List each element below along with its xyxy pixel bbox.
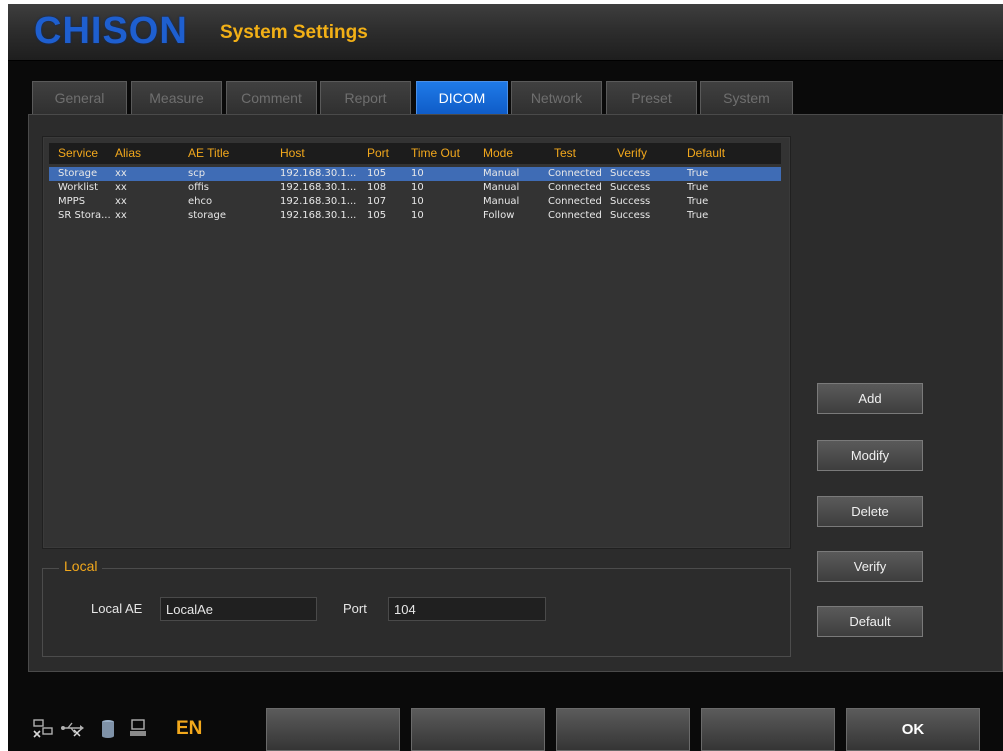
cell-default: True	[687, 210, 709, 221]
cell-host: 192.168.30.1...	[280, 210, 357, 221]
cell-port: 105	[367, 210, 387, 221]
port-label: Port	[343, 601, 367, 616]
cell-host: 192.168.30.1...	[280, 168, 357, 179]
cell-test: Connected	[548, 168, 602, 179]
language-indicator[interactable]: EN	[176, 718, 202, 740]
cell-service: Storage	[58, 168, 98, 179]
app-window: CHISON System Settings General Measure C…	[8, 4, 1003, 751]
cell-time-out: 10	[411, 168, 424, 179]
col-header-port[interactable]: Port	[367, 146, 389, 160]
tab-dicom[interactable]: DICOM	[416, 81, 508, 114]
cell-alias: xx	[115, 210, 127, 221]
cell-alias: xx	[115, 168, 127, 179]
port-input[interactable]	[388, 597, 546, 621]
col-header-alias[interactable]: Alias	[115, 146, 141, 160]
tab-general[interactable]: General	[32, 81, 127, 114]
add-button[interactable]: Add	[817, 383, 923, 414]
cell-verify: Success	[610, 210, 651, 221]
tab-network[interactable]: Network	[511, 81, 602, 114]
tab-system[interactable]: System	[700, 81, 793, 114]
delete-button[interactable]: Delete	[817, 496, 923, 527]
cell-test: Connected	[548, 210, 602, 221]
ok-button[interactable]: OK	[846, 708, 980, 751]
cell-verify: Success	[610, 182, 651, 193]
cell-service: MPPS	[58, 196, 86, 207]
softkey-button-2[interactable]	[411, 708, 545, 751]
cell-ae-title: storage	[188, 210, 226, 221]
col-header-time-out[interactable]: Time Out	[411, 146, 460, 160]
cell-test: Connected	[548, 196, 602, 207]
cell-verify: Success	[610, 196, 651, 207]
modify-button[interactable]: Modify	[817, 440, 923, 471]
network-disconnected-icon	[32, 719, 54, 744]
cell-mode: Manual	[483, 168, 520, 179]
list-header: Service Alias AE Title Host Port Time Ou…	[49, 143, 781, 164]
cell-verify: Success	[610, 168, 651, 179]
table-row[interactable]: SR Stora... xx storage 192.168.30.1... 1…	[49, 209, 781, 223]
col-header-verify[interactable]: Verify	[617, 146, 647, 160]
cell-port: 108	[367, 182, 387, 193]
cell-mode: Manual	[483, 182, 520, 193]
cell-host: 192.168.30.1...	[280, 182, 357, 193]
local-ae-label: Local AE	[91, 601, 143, 616]
verify-button[interactable]: Verify	[817, 551, 923, 582]
dicom-panel: Service Alias AE Title Host Port Time Ou…	[28, 114, 1003, 672]
tab-measure[interactable]: Measure	[131, 81, 222, 114]
cell-alias: xx	[115, 182, 127, 193]
col-header-test[interactable]: Test	[554, 146, 576, 160]
table-row[interactable]: Storage xx scp 192.168.30.1... 105 10 Ma…	[49, 167, 781, 181]
storage-icon	[101, 719, 115, 744]
col-header-service[interactable]: Service	[58, 146, 98, 160]
chison-logo: CHISON	[34, 10, 188, 52]
local-ae-input[interactable]	[160, 597, 317, 621]
cell-service: SR Stora...	[58, 210, 111, 221]
softkey-button-1[interactable]	[266, 708, 400, 751]
dicom-service-list: Service Alias AE Title Host Port Time Ou…	[42, 136, 791, 549]
col-header-host[interactable]: Host	[280, 146, 305, 160]
table-row[interactable]: MPPS xx ehco 192.168.30.1... 107 10 Manu…	[49, 195, 781, 209]
cell-time-out: 10	[411, 182, 424, 193]
cell-alias: xx	[115, 196, 127, 207]
tab-comment[interactable]: Comment	[226, 81, 317, 114]
col-header-mode[interactable]: Mode	[483, 146, 513, 160]
printer-icon	[129, 719, 147, 744]
default-button[interactable]: Default	[817, 606, 923, 637]
bottom-bar: EN OK	[8, 704, 1003, 751]
cell-time-out: 10	[411, 196, 424, 207]
cell-ae-title: scp	[188, 168, 206, 179]
local-group: Local Local AE Port	[42, 558, 791, 657]
table-row[interactable]: Worklist xx offis 192.168.30.1... 108 10…	[49, 181, 781, 195]
usb-disconnected-icon	[60, 719, 86, 744]
cell-default: True	[687, 168, 709, 179]
tab-report[interactable]: Report	[320, 81, 411, 114]
cell-default: True	[687, 182, 709, 193]
col-header-default[interactable]: Default	[687, 146, 725, 160]
title-bar: CHISON System Settings	[8, 4, 1003, 61]
cell-test: Connected	[548, 182, 602, 193]
col-header-ae-title[interactable]: AE Title	[188, 146, 229, 160]
cell-service: Worklist	[58, 182, 99, 193]
cell-time-out: 10	[411, 210, 424, 221]
tab-preset[interactable]: Preset	[606, 81, 697, 114]
cell-ae-title: ehco	[188, 196, 213, 207]
softkey-button-4[interactable]	[701, 708, 835, 751]
cell-host: 192.168.30.1...	[280, 196, 357, 207]
cell-default: True	[687, 196, 709, 207]
page-title: System Settings	[220, 22, 368, 43]
cell-ae-title: offis	[188, 182, 209, 193]
local-group-label: Local	[59, 558, 103, 574]
cell-mode: Follow	[483, 210, 515, 221]
cell-mode: Manual	[483, 196, 520, 207]
cell-port: 105	[367, 168, 387, 179]
cell-port: 107	[367, 196, 387, 207]
softkey-button-3[interactable]	[556, 708, 690, 751]
